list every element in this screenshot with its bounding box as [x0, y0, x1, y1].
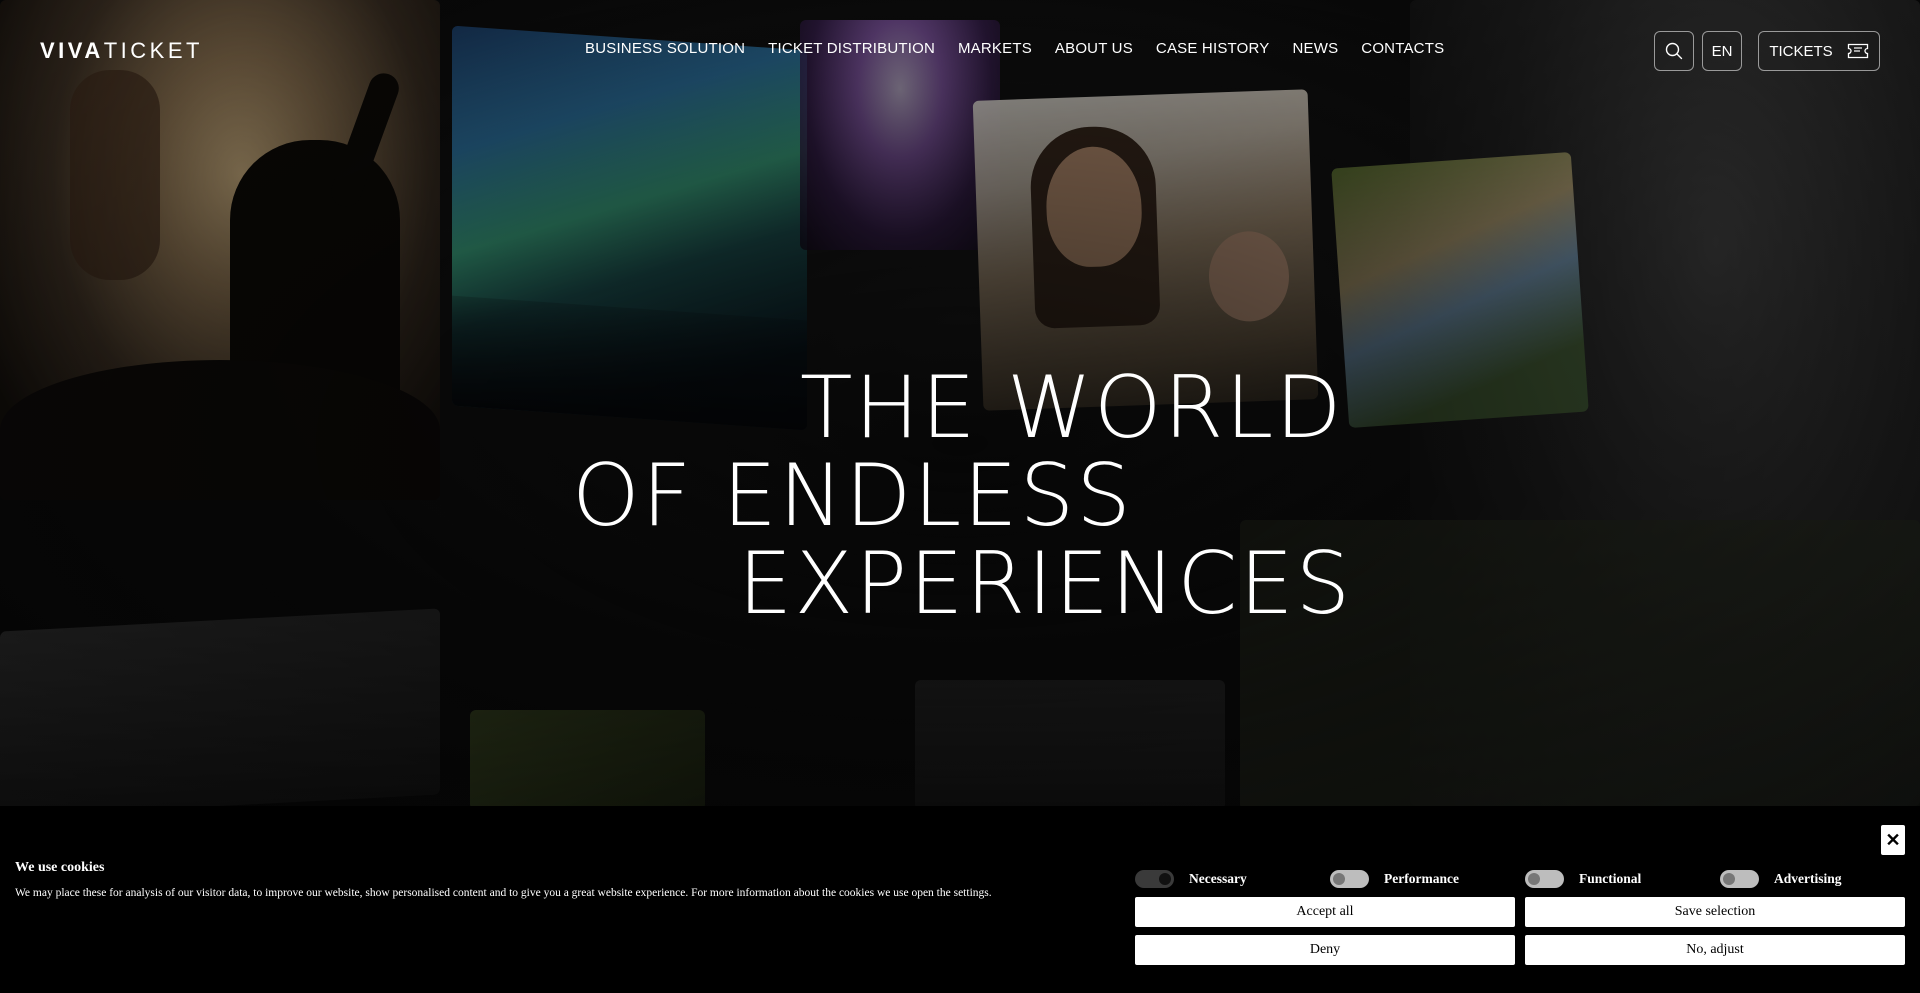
- main-nav: BUSINESS SOLUTION TICKET DISTRIBUTION MA…: [585, 40, 1444, 57]
- logo-part-1: VIVA: [40, 38, 104, 63]
- ticket-icon: [1847, 43, 1868, 59]
- functional-switch[interactable]: [1525, 870, 1564, 888]
- cookie-toggle-performance: Performance: [1330, 870, 1459, 888]
- deny-button[interactable]: Deny: [1135, 935, 1515, 965]
- cookie-toggle-advertising: Advertising: [1720, 870, 1842, 888]
- cookie-toggle-necessary: Necessary: [1135, 870, 1247, 888]
- site-logo[interactable]: VIVATICKET: [40, 38, 203, 64]
- hero-headline-line-1: THE WORLD: [800, 358, 1344, 458]
- save-selection-button[interactable]: Save selection: [1525, 897, 1905, 927]
- nav-about-us[interactable]: ABOUT US: [1055, 40, 1133, 57]
- cookie-description: We may place these for analysis of our v…: [15, 887, 992, 899]
- tickets-button[interactable]: TICKETS: [1758, 31, 1880, 71]
- nav-ticket-distribution[interactable]: TICKET DISTRIBUTION: [768, 40, 935, 57]
- language-button[interactable]: EN: [1702, 31, 1742, 71]
- advertising-switch[interactable]: [1720, 870, 1759, 888]
- toggle-label: Functional: [1579, 871, 1642, 886]
- search-button[interactable]: [1654, 31, 1694, 71]
- toggle-label: Necessary: [1189, 871, 1247, 886]
- close-icon: ✕: [1885, 829, 1901, 850]
- cookie-toggle-functional: Functional: [1525, 870, 1641, 888]
- toggle-label: Advertising: [1774, 871, 1842, 886]
- tickets-label: TICKETS: [1769, 42, 1833, 60]
- accept-all-button[interactable]: Accept all: [1135, 897, 1515, 927]
- nav-news[interactable]: NEWS: [1292, 40, 1338, 57]
- toggle-label: Performance: [1384, 871, 1459, 886]
- no-adjust-button[interactable]: No, adjust: [1525, 935, 1905, 965]
- cookie-title: We use cookies: [15, 860, 105, 875]
- hero-headline-line-3: EXPERIENCES: [738, 534, 1353, 634]
- necessary-switch[interactable]: [1135, 870, 1174, 888]
- cookie-close-button[interactable]: ✕: [1881, 825, 1905, 855]
- cookie-banner: ✕ We use cookies We may place these for …: [0, 806, 1920, 993]
- language-label: EN: [1711, 42, 1733, 60]
- search-icon: [1665, 42, 1683, 60]
- nav-case-history[interactable]: CASE HISTORY: [1156, 40, 1270, 57]
- nav-business-solution[interactable]: BUSINESS SOLUTION: [585, 40, 745, 57]
- nav-contacts[interactable]: CONTACTS: [1361, 40, 1444, 57]
- nav-markets[interactable]: MARKETS: [958, 40, 1032, 57]
- performance-switch[interactable]: [1330, 870, 1369, 888]
- hero-headline-line-2: OF ENDLESS: [572, 446, 1133, 546]
- logo-part-2: TICKET: [103, 38, 203, 63]
